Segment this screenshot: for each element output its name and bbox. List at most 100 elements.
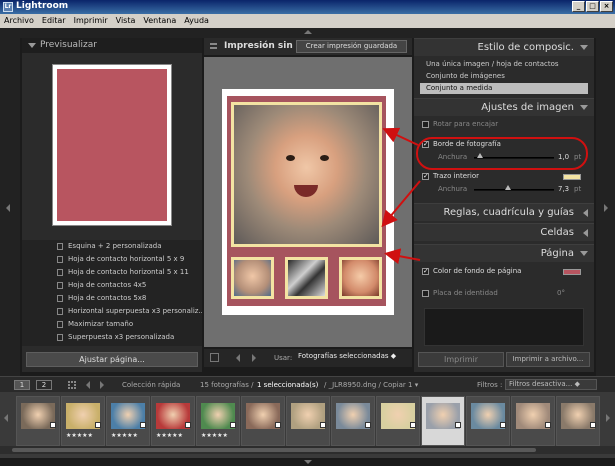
main-photo-cell[interactable]	[231, 102, 382, 247]
inner-stroke-slider[interactable]	[474, 189, 554, 191]
inner-stroke-width-value[interactable]: 7,3	[558, 185, 569, 193]
filmstrip-thumbnail[interactable]	[466, 396, 510, 446]
top-panel-strip[interactable]	[0, 28, 615, 38]
menu-editar[interactable]: Editar	[38, 14, 70, 25]
filmstrip-thumbnail[interactable]	[511, 396, 555, 446]
page-bg-color-label: Color de fondo de página	[433, 267, 522, 275]
layout-option-picture-package[interactable]: Conjunto de imágenes	[420, 71, 588, 82]
triangle-down-icon	[580, 45, 588, 50]
identity-plate-label: Placa de identidad	[433, 289, 498, 297]
arrow-left-icon[interactable]	[4, 414, 8, 422]
right-panel-strip[interactable]	[596, 38, 615, 376]
arrow-right-icon[interactable]	[100, 381, 104, 389]
image-settings-header[interactable]: Ajustes de imagen	[414, 98, 594, 116]
edit-badge-icon	[365, 422, 371, 428]
photo-cell-small[interactable]	[231, 257, 274, 299]
arrow-right-icon[interactable]	[252, 354, 256, 362]
print-button[interactable]: Imprimir	[418, 352, 504, 367]
page-setup-button[interactable]: Ajustar página...	[26, 352, 198, 367]
arrow-right-icon[interactable]	[606, 414, 610, 422]
create-saved-print-button[interactable]: Crear impresión guardada	[296, 40, 407, 53]
inner-stroke-color-swatch[interactable]	[563, 174, 581, 180]
cells-header[interactable]: Celdas	[414, 223, 594, 241]
page-header[interactable]: Página	[414, 244, 594, 262]
template-item[interactable]: Esquina + 2 personalizada	[22, 240, 202, 253]
template-item[interactable]: Superpuesta x3 personalizada	[22, 331, 202, 344]
identity-plate-rotation[interactable]: 0°	[557, 289, 565, 297]
lightroom-app-icon: Lr	[3, 2, 13, 12]
rulers-header[interactable]: Reglas, cuadrícula y guías	[414, 203, 594, 221]
selected-count: 1 seleccionada(s)	[257, 381, 319, 389]
triangle-left-icon	[583, 209, 588, 217]
layout-option-single[interactable]: Una única imagen / hoja de contactos	[420, 59, 588, 70]
filter-dropdown[interactable]: Filtros desactiva... ◆	[505, 379, 597, 390]
template-item[interactable]: Hoja de contacto horizontal 5 x 9	[22, 253, 202, 266]
page-toggle-icon[interactable]	[210, 353, 219, 362]
identity-plate-preview[interactable]	[424, 308, 584, 346]
page-bg-color-checkbox[interactable]: ✓	[422, 268, 429, 275]
left-panel-strip[interactable]	[0, 38, 20, 376]
template-icon	[57, 295, 63, 302]
layout-option-custom-package[interactable]: Conjunto a medida	[420, 83, 588, 94]
close-button[interactable]: ×	[600, 1, 613, 12]
photo-cell-small[interactable]	[339, 257, 382, 299]
filmstrip-scrollbar[interactable]	[0, 446, 615, 454]
template-item[interactable]: Hoja de contactos 4x5	[22, 279, 202, 292]
filmstrip-thumbnail[interactable]	[556, 396, 600, 446]
photo-detail	[294, 185, 318, 197]
collection-name[interactable]: Colección rápida	[122, 381, 180, 389]
filmstrip-thumbnail[interactable]: ★★★★★	[61, 396, 105, 446]
template-item[interactable]: Maximizar tamaño	[22, 318, 202, 331]
filmstrip-thumbnail[interactable]: ★★★★★	[196, 396, 240, 446]
inner-stroke-slider-knob[interactable]	[505, 185, 512, 190]
window-title: Lightroom	[16, 1, 69, 11]
edit-badge-icon	[500, 422, 506, 428]
template-item[interactable]: Hoja de contacto horizontal 5 x 11	[22, 266, 202, 279]
filmstrip-thumbnail[interactable]	[376, 396, 420, 446]
rotate-to-fit-label: Rotar para encajar	[433, 120, 499, 128]
image-settings-title: Ajustes de imagen	[481, 102, 574, 113]
page-title: Página	[540, 248, 574, 259]
grip-icon	[210, 43, 217, 49]
edit-badge-icon	[590, 422, 596, 428]
triangle-down-icon	[28, 43, 36, 48]
filmstrip-thumbnail[interactable]	[331, 396, 375, 446]
star-rating: ★★★★★	[66, 432, 93, 439]
edit-badge-icon	[230, 422, 236, 428]
secondary-window-2-button[interactable]: 2	[36, 380, 52, 390]
photo-cell-small[interactable]	[285, 257, 328, 299]
filmstrip-thumbnail[interactable]	[421, 396, 465, 446]
page-bg-color-swatch[interactable]	[563, 269, 581, 275]
filmstrip-thumbnail[interactable]	[286, 396, 330, 446]
menu-vista[interactable]: Vista	[112, 14, 140, 25]
scrollbar-thumb[interactable]	[12, 448, 536, 452]
menu-ayuda[interactable]: Ayuda	[180, 14, 213, 25]
arrow-left-icon[interactable]	[236, 354, 240, 362]
secondary-window-1-button[interactable]: 1	[14, 380, 30, 390]
filmstrip-thumbnail[interactable]: ★★★★★	[106, 396, 150, 446]
edit-badge-icon	[410, 422, 416, 428]
maximize-button[interactable]: □	[586, 1, 599, 12]
print-to-file-button[interactable]: Imprimir a archivo...	[506, 352, 590, 367]
selected-file-name[interactable]: / _JLR8950.dng / Copiar 1 ▾	[324, 381, 418, 389]
filmstrip-thumbnail[interactable]	[16, 396, 60, 446]
bottom-panel-strip[interactable]	[0, 458, 615, 466]
rotate-to-fit-checkbox[interactable]	[422, 121, 429, 128]
identity-plate-checkbox[interactable]	[422, 290, 429, 297]
inner-stroke-checkbox[interactable]: ✓	[422, 173, 429, 180]
menu-archivo[interactable]: Archivo	[0, 14, 38, 25]
template-item[interactable]: Hoja de contactos 5x8	[22, 292, 202, 305]
use-selection-dropdown[interactable]: Fotografías seleccionadas ◆	[298, 352, 396, 360]
grid-icon[interactable]	[68, 381, 76, 389]
filmstrip-thumbnail[interactable]	[241, 396, 285, 446]
template-icon	[57, 321, 63, 328]
minimize-button[interactable]: _	[572, 1, 585, 12]
filmstrip-thumbnail[interactable]: ★★★★★	[151, 396, 195, 446]
edit-badge-icon	[545, 422, 551, 428]
arrow-left-icon[interactable]	[86, 381, 90, 389]
preview-panel-header[interactable]: Previsualizar	[22, 38, 202, 53]
menu-ventana[interactable]: Ventana	[139, 14, 180, 25]
menu-imprimir[interactable]: Imprimir	[70, 14, 112, 25]
template-item[interactable]: Horizontal superpuesta x3 personaliz...	[22, 305, 202, 318]
layout-style-header[interactable]: Estilo de composic.	[414, 38, 594, 56]
